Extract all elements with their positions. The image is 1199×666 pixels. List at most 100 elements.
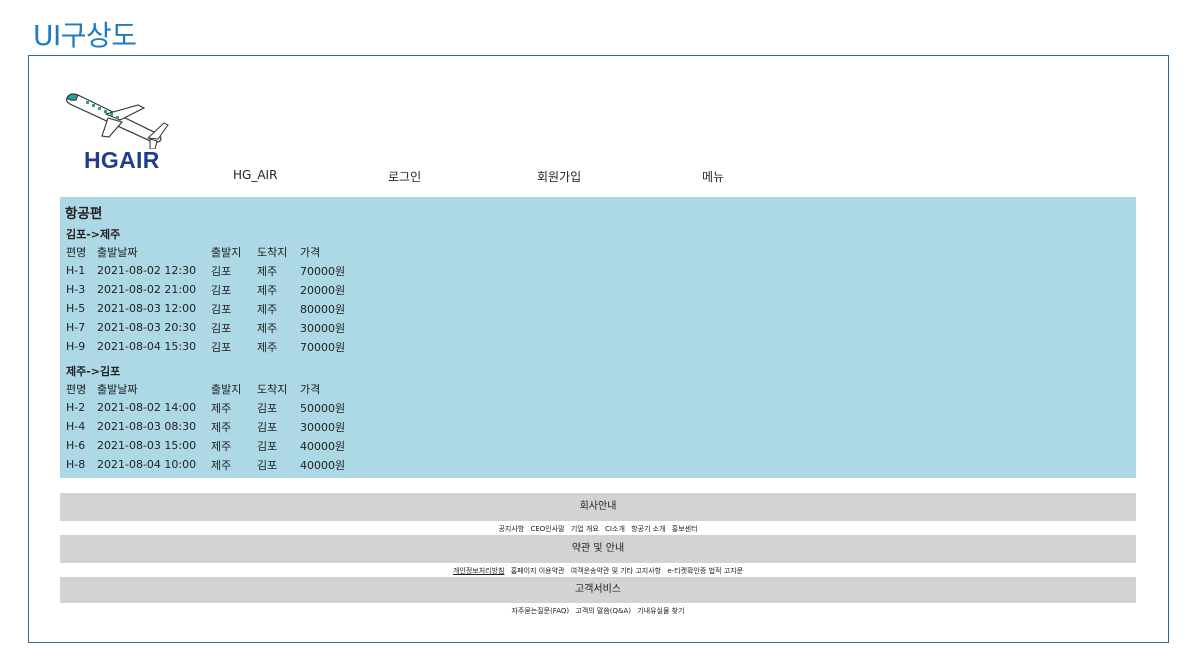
flight-section-title: 항공편 [65,206,103,222]
header-flight-no: 편명 [66,382,87,396]
footer-link-site-terms[interactable]: 홈페이지 이용약관 [511,567,565,575]
table-row[interactable]: H-2 2021-08-02 14:00 제주 김포 50000원 [66,398,360,417]
cell-flight-no: H-9 [66,340,86,353]
table-row[interactable]: H-1 2021-08-02 12:30 김포 제주 70000원 [66,261,360,280]
header-origin: 출발지 [211,382,242,396]
footer-service-links: 자주묻는질문(FAQ) 고객의 말씀(Q&A) 기내유실물 찾기 [60,606,1136,616]
cell-price: 50000원 [300,401,346,415]
cell-origin: 제주 [211,401,232,415]
footer-company-links: 공지사항 CEO인사말 기업 개요 CI소개 항공기 소개 홍보센터 [60,524,1136,534]
table-row[interactable]: H-9 2021-08-04 15:30 김포 제주 70000원 [66,337,360,356]
logo[interactable]: HGAIR [64,89,174,179]
header-price: 가격 [300,245,321,259]
footer-link-notice[interactable]: 공지사항 [498,525,524,533]
table-row[interactable]: H-6 2021-08-03 15:00 제주 김포 40000원 [66,436,360,455]
cell-departure-date: 2021-08-03 12:00 [97,302,197,315]
cell-destination: 제주 [257,321,278,335]
cell-departure-date: 2021-08-03 15:00 [97,439,197,452]
header-origin: 출발지 [211,245,242,259]
header-flight-no: 편명 [66,245,87,259]
ui-frame: HGAIR HG_AIR 로그인 회원가입 메뉴 항공편 김포->제주 편명 출… [28,55,1169,643]
footer-service-title: 고객서비스 [60,577,1136,603]
table-row[interactable]: H-5 2021-08-03 12:00 김포 제주 80000원 [66,299,360,318]
nav-menu-link[interactable]: 메뉴 [702,168,724,185]
cell-origin: 김포 [211,283,232,297]
cell-departure-date: 2021-08-02 21:00 [97,283,197,296]
cell-price: 20000원 [300,283,346,297]
footer-link-ceo-message[interactable]: CEO인사말 [530,525,564,533]
flight-section: 항공편 김포->제주 편명 출발날짜 출발지 도착지 가격 H-1 2021-0… [60,197,1136,478]
header-price: 가격 [300,382,321,396]
cell-price: 70000원 [300,264,346,278]
footer-link-aircraft[interactable]: 항공기 소개 [631,525,665,533]
footer-link-faq[interactable]: 자주묻는질문(FAQ) [511,607,569,615]
cell-price: 40000원 [300,458,346,472]
cell-origin: 김포 [211,264,232,278]
cell-price: 30000원 [300,321,346,335]
table-header-row: 편명 출발날짜 출발지 도착지 가격 [66,242,360,261]
footer-link-qna[interactable]: 고객의 말씀(Q&A) [575,607,631,615]
cell-price: 80000원 [300,302,346,316]
footer-link-eticket-notice[interactable]: e-티켓확인증 법적 고지문 [667,567,743,575]
cell-origin: 제주 [211,439,232,453]
cell-price: 70000원 [300,340,346,354]
cell-flight-no: H-7 [66,321,86,334]
cell-price: 30000원 [300,420,346,434]
cell-flight-no: H-6 [66,439,86,452]
page-heading: UI구상도 [33,19,137,52]
header-departure-date: 출발날짜 [97,245,138,259]
cell-flight-no: H-1 [66,264,86,277]
cell-origin: 제주 [211,458,232,472]
cell-flight-no: H-8 [66,458,86,471]
cell-destination: 제주 [257,302,278,316]
cell-origin: 김포 [211,340,232,354]
table-row[interactable]: H-8 2021-08-04 10:00 제주 김포 40000원 [66,455,360,474]
cell-origin: 김포 [211,302,232,316]
cell-flight-no: H-2 [66,401,86,414]
flight-table-gimpo-jeju: 편명 출발날짜 출발지 도착지 가격 H-1 2021-08-02 12:30 … [66,242,360,356]
footer-link-pr-center[interactable]: 홍보센터 [672,525,698,533]
cell-departure-date: 2021-08-04 10:00 [97,458,197,471]
cell-origin: 김포 [211,321,232,335]
footer-terms-title: 약관 및 안내 [60,535,1136,563]
footer-terms-links: 개인정보처리방침 홈페이지 이용약관 여객운송약관 및 기타 고지사항 e-티켓… [60,566,1136,576]
table-row[interactable]: H-7 2021-08-03 20:30 김포 제주 30000원 [66,318,360,337]
cell-destination: 제주 [257,283,278,297]
cell-destination: 김포 [257,401,278,415]
table-row[interactable]: H-4 2021-08-03 08:30 제주 김포 30000원 [66,417,360,436]
footer-link-ci[interactable]: CI소개 [605,525,625,533]
footer-link-carriage-terms[interactable]: 여객운송약관 및 기타 고지사항 [571,567,661,575]
cell-departure-date: 2021-08-02 14:00 [97,401,197,414]
route-title-jeju-gimpo: 제주->김포 [66,365,121,378]
table-row[interactable]: H-3 2021-08-02 21:00 김포 제주 20000원 [66,280,360,299]
cell-destination: 제주 [257,340,278,354]
nav-login-link[interactable]: 로그인 [388,168,421,185]
cell-destination: 제주 [257,264,278,278]
cell-destination: 김포 [257,439,278,453]
footer-link-privacy-policy[interactable]: 개인정보처리방침 [453,567,505,575]
footer-link-company-overview[interactable]: 기업 개요 [571,525,599,533]
cell-price: 40000원 [300,439,346,453]
cell-departure-date: 2021-08-02 12:30 [97,264,197,277]
header-departure-date: 출발날짜 [97,382,138,396]
nav-signup-link[interactable]: 회원가입 [537,168,581,185]
cell-flight-no: H-5 [66,302,86,315]
route-title-gimpo-jeju: 김포->제주 [66,228,121,241]
cell-flight-no: H-3 [66,283,86,296]
flight-table-jeju-gimpo: 편명 출발날짜 출발지 도착지 가격 H-2 2021-08-02 14:00 … [66,379,360,474]
cell-departure-date: 2021-08-03 08:30 [97,420,197,433]
header-destination: 도착지 [257,245,288,259]
cell-destination: 김포 [257,420,278,434]
cell-destination: 김포 [257,458,278,472]
table-header-row: 편명 출발날짜 출발지 도착지 가격 [66,379,360,398]
cell-departure-date: 2021-08-04 15:30 [97,340,197,353]
footer-company-title: 회사안내 [60,493,1136,521]
cell-flight-no: H-4 [66,420,86,433]
airplane-icon [65,93,169,149]
logo-text: HGAIR [84,147,160,173]
cell-departure-date: 2021-08-03 20:30 [97,321,197,334]
footer-link-lost-found[interactable]: 기내유실물 찾기 [637,607,684,615]
cell-origin: 제주 [211,420,232,434]
header-destination: 도착지 [257,382,288,396]
nav-home-link[interactable]: HG_AIR [233,168,277,182]
